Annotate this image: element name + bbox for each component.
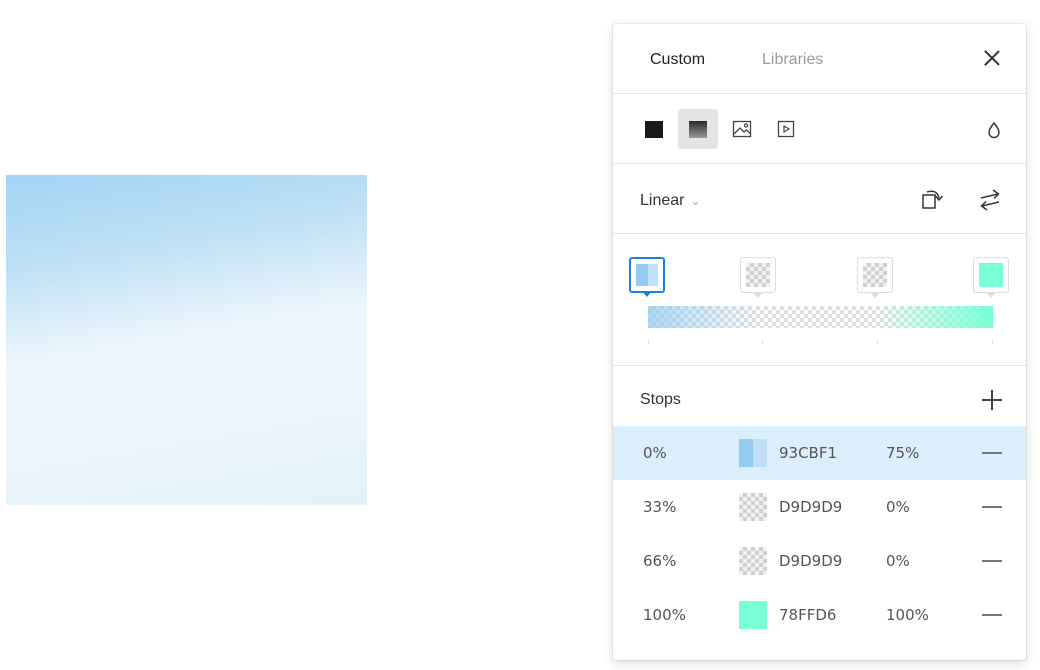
close-icon[interactable]	[980, 46, 1004, 70]
blend-mode-drop-icon[interactable]	[986, 121, 1002, 139]
stop-position[interactable]: 66%	[643, 552, 676, 570]
gradient-type-label: Linear	[640, 192, 685, 209]
stop-position[interactable]: 0%	[643, 444, 667, 462]
gradient-stop-handle[interactable]	[857, 257, 893, 298]
stop-opacity[interactable]: 75%	[886, 444, 919, 462]
stops-header: Stops	[613, 366, 1026, 426]
stop-color-swatch	[636, 264, 658, 286]
gradient-bar[interactable]	[648, 306, 993, 328]
tab-custom[interactable]: Custom	[650, 51, 705, 69]
stop-color-swatch	[979, 263, 1003, 287]
stop-position[interactable]: 100%	[643, 606, 686, 624]
remove-stop-icon[interactable]	[982, 506, 1002, 508]
stop-color-swatch	[863, 263, 887, 287]
stop-opacity[interactable]: 0%	[886, 552, 910, 570]
stop-color-swatch[interactable]	[739, 493, 767, 521]
remove-stop-icon[interactable]	[982, 560, 1002, 562]
gradient-editor	[613, 234, 1026, 366]
gradient-type-dropdown[interactable]: Linear ⌄	[640, 192, 701, 210]
stop-color-swatch[interactable]	[739, 601, 767, 629]
stop-opacity[interactable]: 0%	[886, 498, 910, 516]
stop-row[interactable]: 0% 93CBF1 75%	[613, 426, 1026, 480]
flip-gradient-icon[interactable]	[977, 188, 1003, 212]
stop-color-swatch[interactable]	[739, 439, 767, 467]
tick-mark	[648, 340, 649, 344]
solid-fill-button[interactable]	[634, 109, 674, 149]
solid-fill-icon	[645, 121, 663, 138]
gradient-stop-handle[interactable]	[740, 257, 776, 298]
stop-hex[interactable]: D9D9D9	[779, 498, 842, 516]
image-fill-button[interactable]	[722, 109, 762, 149]
fill-picker-panel: Custom Libraries Linear ⌄ Stops 0% 93CBF…	[613, 24, 1026, 660]
rotate-gradient-icon[interactable]	[921, 188, 947, 212]
add-stop-icon[interactable]	[982, 390, 1002, 410]
chevron-down-icon: ⌄	[690, 194, 701, 208]
stop-hex[interactable]: 93CBF1	[779, 444, 837, 462]
video-fill-button[interactable]	[766, 109, 806, 149]
stop-position[interactable]: 33%	[643, 498, 676, 516]
stop-hex[interactable]: D9D9D9	[779, 552, 842, 570]
gradient-stop-handle[interactable]	[973, 257, 1009, 298]
image-fill-icon	[732, 120, 752, 138]
gradient-preview-frame[interactable]	[6, 175, 367, 505]
stop-color-swatch	[746, 263, 770, 287]
gradient-stop-handle[interactable]	[629, 257, 665, 297]
remove-stop-icon[interactable]	[982, 452, 1002, 454]
stop-row[interactable]: 66% D9D9D9 0%	[613, 534, 1026, 588]
stop-row[interactable]: 33% D9D9D9 0%	[613, 480, 1026, 534]
video-fill-icon	[777, 120, 795, 138]
tick-mark	[877, 340, 878, 344]
stop-row[interactable]: 100% 78FFD6 100%	[613, 588, 1026, 642]
panel-tabs: Custom Libraries	[613, 24, 1026, 94]
tick-mark	[992, 340, 993, 344]
tab-libraries[interactable]: Libraries	[762, 51, 823, 69]
tick-mark	[762, 340, 763, 344]
gradient-fill-icon	[689, 121, 707, 138]
stops-title: Stops	[640, 391, 681, 408]
gradient-fill-button[interactable]	[678, 109, 718, 149]
stop-color-swatch[interactable]	[739, 547, 767, 575]
gradient-controls: Linear ⌄	[613, 164, 1026, 234]
remove-stop-icon[interactable]	[982, 614, 1002, 616]
stop-hex[interactable]: 78FFD6	[779, 606, 836, 624]
stop-opacity[interactable]: 100%	[886, 606, 929, 624]
fill-type-toolbar	[613, 94, 1026, 164]
